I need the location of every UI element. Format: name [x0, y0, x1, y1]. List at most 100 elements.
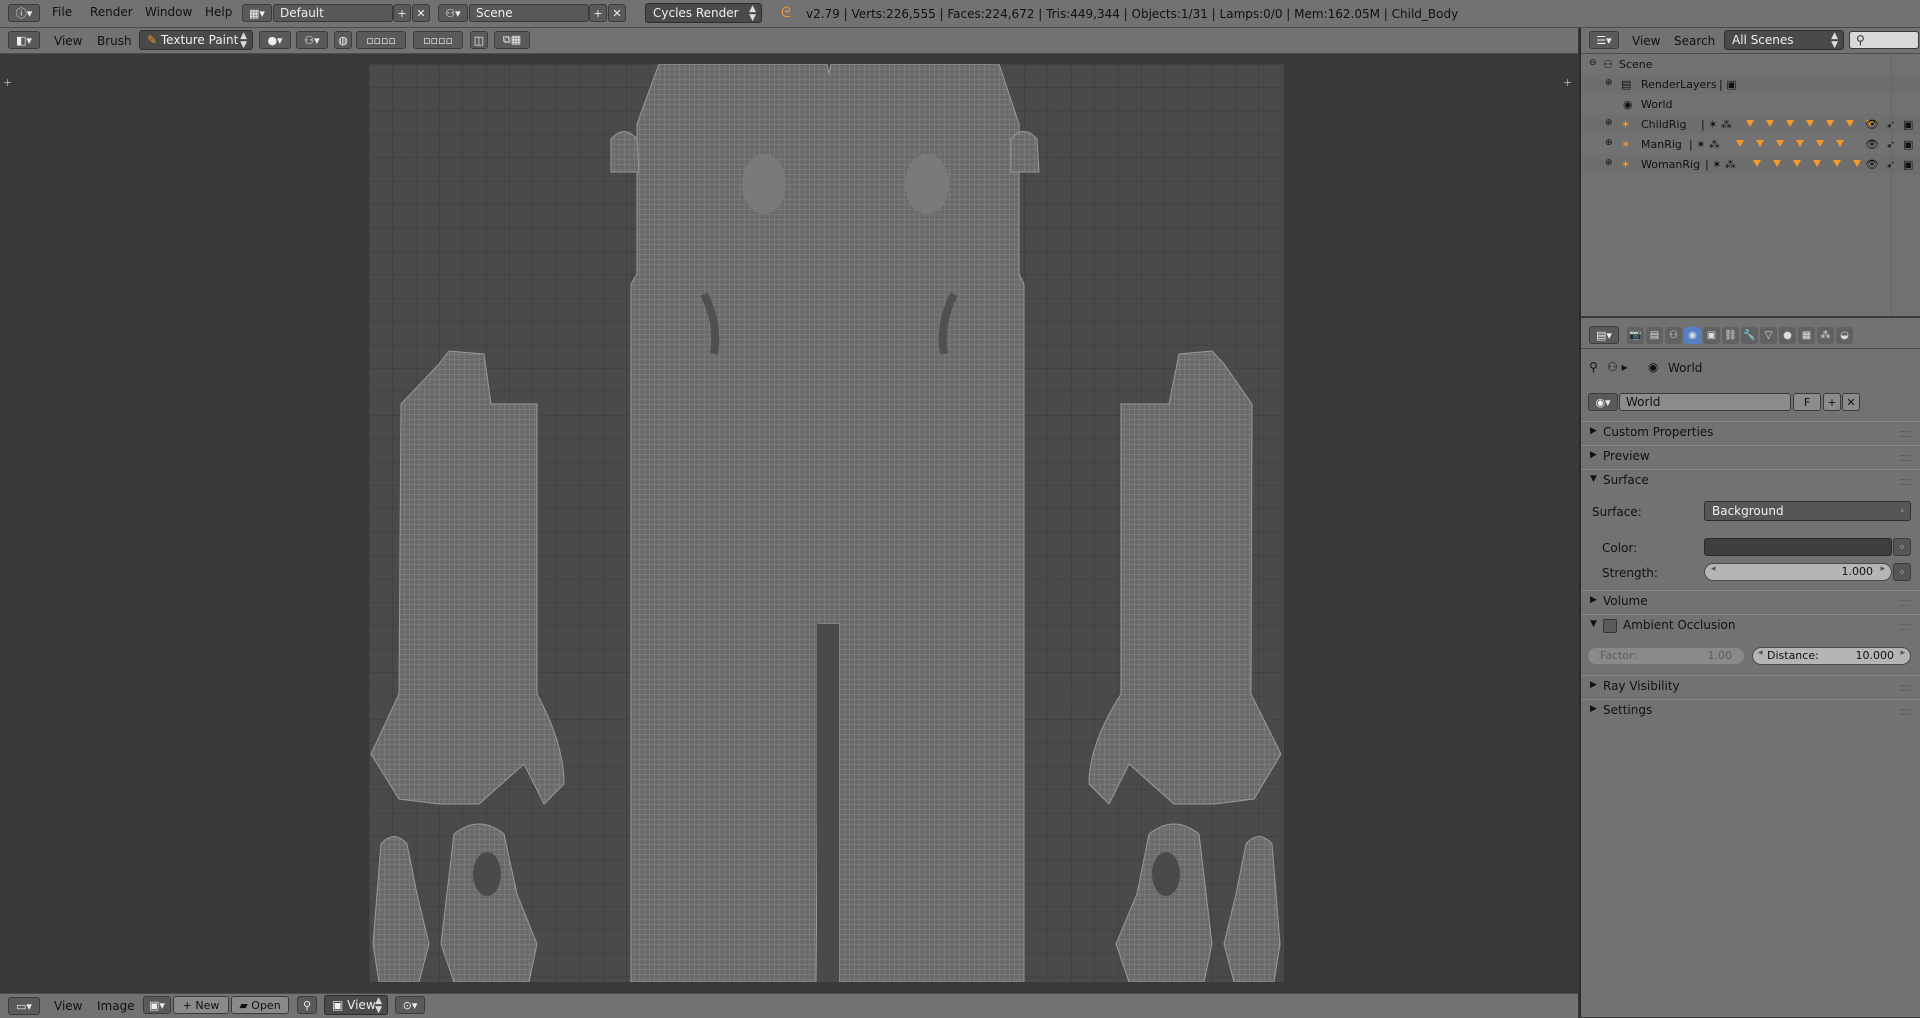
expand-icon[interactable]: ⊕ [1605, 138, 1613, 148]
eye-icon[interactable]: 👁 [1865, 158, 1879, 171]
outliner-row-womanrig[interactable]: ⊕ ✶ WomanRig | ✶ ⁂ 👁 ➶ ▣ [1581, 154, 1920, 174]
view-mode-dropdown[interactable]: ▣ View ▲ ▼ [324, 995, 388, 1015]
mode-dropdown[interactable]: ✎ Texture Paint ▲ ▼ [139, 30, 253, 50]
unlink-world-button[interactable]: ✕ [1842, 393, 1860, 411]
panel-grip-icon[interactable] [1900, 479, 1912, 485]
mask-icon[interactable]: ◍ [334, 31, 352, 49]
editor-type-outliner-button[interactable]: ☰▾ [1589, 31, 1619, 49]
render-icon[interactable]: ▣ [1903, 118, 1913, 131]
panel-grip-icon[interactable] [1900, 624, 1912, 630]
menu-render[interactable]: Render [90, 5, 133, 19]
expand-icon[interactable]: ⊕ [1605, 118, 1613, 128]
menu-file[interactable]: File [52, 5, 72, 19]
outliner-search-input[interactable]: ⚲ [1849, 31, 1919, 49]
sticky-select-icon[interactable]: ◫ [470, 31, 488, 49]
render-tab-icon[interactable]: 📷 [1627, 327, 1644, 344]
increment-icon[interactable]: ▸ [1900, 648, 1905, 658]
decrement-icon[interactable]: ◂ [1758, 648, 1763, 658]
panel-grip-icon[interactable] [1900, 709, 1912, 715]
panel-grip-icon[interactable] [1900, 600, 1912, 606]
menu-brush[interactable]: Brush [97, 34, 132, 48]
data-tab-icon[interactable]: ▽ [1760, 327, 1777, 344]
pivot-point-icon[interactable]: ●▾ [259, 31, 291, 49]
color-socket-icon[interactable]: ◦ [1893, 538, 1911, 556]
scene-icon[interactable]: ⚇▾ [438, 4, 468, 22]
fake-user-button[interactable]: F [1793, 393, 1821, 411]
decrement-icon[interactable]: ◂ [1711, 564, 1716, 574]
panel-grip-icon[interactable] [1900, 685, 1912, 691]
render-layers-tab-icon[interactable]: ▤ [1646, 327, 1663, 344]
uv-sync-icon[interactable]: ⚇▾ [296, 31, 328, 49]
pin-icon[interactable]: ⚲ [297, 996, 317, 1014]
toolbar-expand-icon[interactable]: + [3, 76, 12, 89]
screen-layout-field[interactable]: Default [273, 4, 393, 22]
pin-icon[interactable]: ⚲ [1589, 360, 1598, 374]
particles-tab-icon[interactable]: ⁂ [1817, 327, 1834, 344]
render-engine-dropdown[interactable]: Cycles Render ▲ ▼ [645, 3, 762, 23]
remove-scene-button[interactable]: ✕ [608, 4, 626, 22]
sidebar-expand-icon[interactable]: + [1563, 76, 1572, 89]
outliner-row-world[interactable]: ◉ World [1581, 94, 1920, 114]
panel-surface[interactable]: ▼ Surface [1581, 469, 1920, 491]
menu-view[interactable]: View [54, 34, 82, 48]
collapse-icon[interactable]: ⊖ [1589, 58, 1597, 68]
menu-window[interactable]: Window [145, 5, 192, 19]
image-browse-icon[interactable]: ▣▾ [143, 996, 171, 1014]
screen-layout-icon[interactable]: ▦▾ [242, 4, 272, 22]
new-image-button[interactable]: + New [173, 996, 229, 1014]
add-world-button[interactable]: + [1823, 393, 1841, 411]
menu-help[interactable]: Help [205, 5, 232, 19]
outliner-row-scene[interactable]: ⊖ ⚇ Scene [1581, 54, 1920, 74]
render-icon[interactable]: ▣ [1903, 138, 1913, 151]
outliner-row-manrig[interactable]: ⊕ ✶ ManRig | ✶ ⁂ 👁 ➶ ▣ [1581, 134, 1920, 154]
color-swatch[interactable] [1704, 538, 1892, 556]
panel-volume[interactable]: ▶ Volume [1581, 590, 1920, 612]
outliner-menu-view[interactable]: View [1632, 34, 1660, 48]
editor-type-image-button[interactable]: ◧▾ [8, 31, 40, 49]
panel-ray-visibility[interactable]: ▶ Ray Visibility [1581, 675, 1920, 697]
expand-icon[interactable]: ⊕ [1605, 78, 1613, 88]
object-tab-icon[interactable]: ▣ [1703, 327, 1720, 344]
outliner-row-renderlayers[interactable]: ⊕ ▤ RenderLayers | ▣ [1581, 74, 1920, 94]
increment-icon[interactable]: ▸ [1880, 564, 1885, 574]
add-scene-button[interactable]: + [589, 4, 607, 22]
world-name-field[interactable]: World [1619, 393, 1791, 411]
uv-layout-image[interactable] [369, 64, 1284, 982]
constraints-tab-icon[interactable]: ⛓ [1722, 327, 1739, 344]
outliner-menu-search[interactable]: Search [1674, 34, 1715, 48]
uv-select-buttons[interactable]: ▫▫▫▫ [413, 31, 463, 49]
panel-custom-properties[interactable]: ▶ Custom Properties [1581, 421, 1920, 443]
menu-view-bottom[interactable]: View [54, 999, 82, 1013]
open-image-button[interactable]: ▰ Open [231, 996, 289, 1014]
scene-field[interactable]: Scene [469, 4, 589, 22]
panel-grip-icon[interactable] [1900, 455, 1912, 461]
pivot-icon-bottom[interactable]: ⊙▾ [395, 996, 425, 1014]
panel-settings[interactable]: ▶ Settings [1581, 699, 1920, 721]
ambient-occlusion-checkbox[interactable] [1603, 619, 1617, 633]
texture-tab-icon[interactable]: ▦ [1798, 327, 1815, 344]
panel-ambient-occlusion[interactable]: ▼ Ambient Occlusion [1581, 614, 1920, 636]
remove-layout-button[interactable]: ✕ [412, 4, 430, 22]
physics-tab-icon[interactable]: ◒ [1836, 327, 1853, 344]
surface-shader-dropdown[interactable]: Background ◦ [1704, 501, 1911, 521]
display-mode-dropdown[interactable]: All Scenes ▲ ▼ [1724, 30, 1844, 50]
editor-type-properties-button[interactable]: ▤▾ [1589, 326, 1619, 344]
menu-image[interactable]: Image [97, 999, 135, 1013]
snap-icon[interactable]: ⧉▦ [494, 31, 530, 49]
eye-icon[interactable]: 👁 [1865, 138, 1879, 151]
world-tab-icon[interactable]: ◉ [1684, 327, 1701, 344]
render-icon[interactable]: ▣ [1903, 158, 1913, 171]
editor-type-image-button-bottom[interactable]: ▭▾ [8, 997, 40, 1015]
panel-grip-icon[interactable] [1900, 431, 1912, 437]
vertex-select-buttons[interactable]: ▫▫▫▫ [356, 31, 406, 49]
distance-field[interactable]: ◂ Distance: 10.000 ▸ [1752, 647, 1911, 665]
expand-icon[interactable]: ⊕ [1605, 158, 1613, 168]
scene-tab-icon[interactable]: ⚇ [1665, 327, 1682, 344]
outliner-row-childrig[interactable]: ⊕ ✶ ChildRig | ✶ ⁂ 👁 ➶ ▣ [1581, 114, 1920, 134]
material-tab-icon[interactable]: ● [1779, 327, 1796, 344]
factor-field[interactable]: Factor: 1.00 [1587, 647, 1745, 665]
eye-icon[interactable]: 👁 [1865, 118, 1879, 131]
outliner-tree[interactable]: ⊖ ⚇ Scene ⊕ ▤ RenderLayers | ▣ ◉ World ⊕… [1581, 54, 1920, 318]
strength-socket-icon[interactable]: ◦ [1893, 563, 1911, 581]
editor-type-info-button[interactable]: ⓘ▾ [8, 4, 40, 22]
